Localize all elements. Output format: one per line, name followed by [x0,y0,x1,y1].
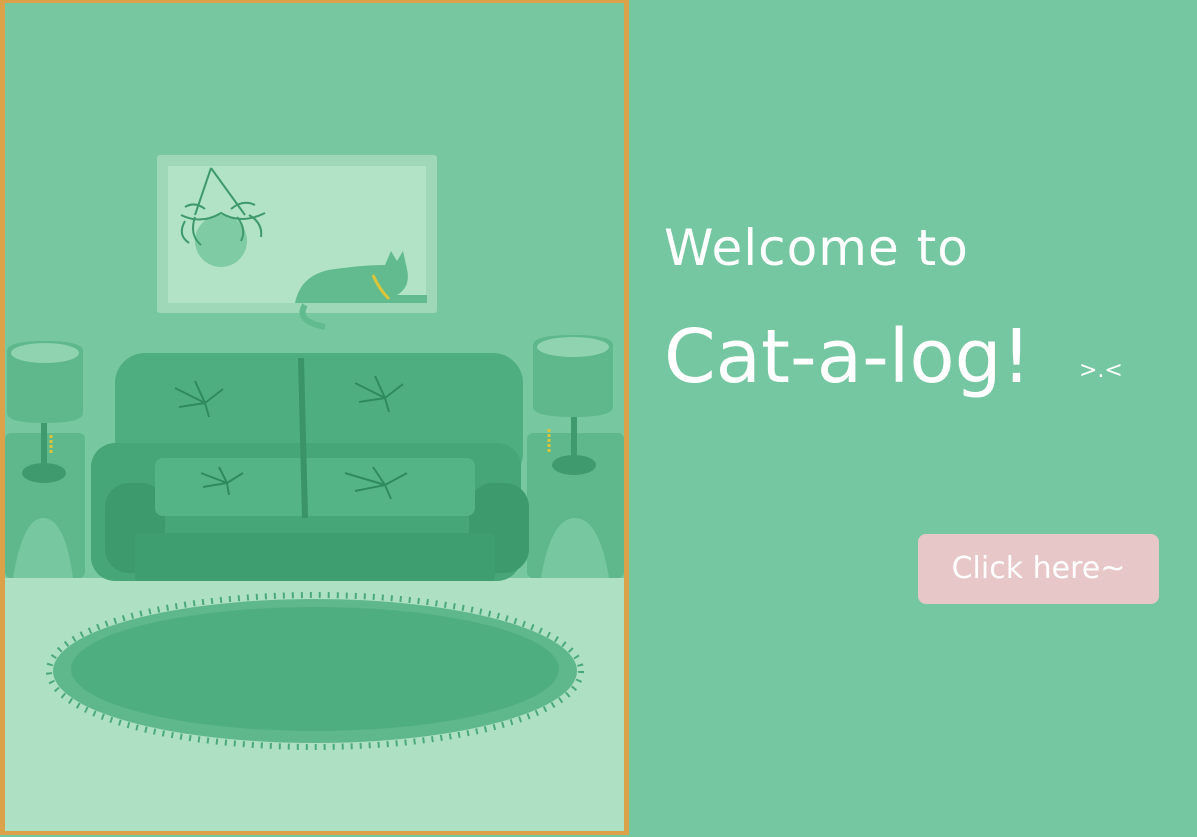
lamp-icon [5,341,85,578]
living-room-illustration [0,0,629,835]
sofa-icon [91,353,529,581]
emoticon: >.< [1079,358,1123,383]
lamp-icon [527,335,624,578]
welcome-heading: Welcome to [664,219,969,277]
click-here-button[interactable]: Click here~ [918,534,1159,604]
landing-page: Welcome to Cat-a-log! >.< Click here~ [0,0,1197,837]
brand-title: Cat-a-log! [664,314,1032,400]
